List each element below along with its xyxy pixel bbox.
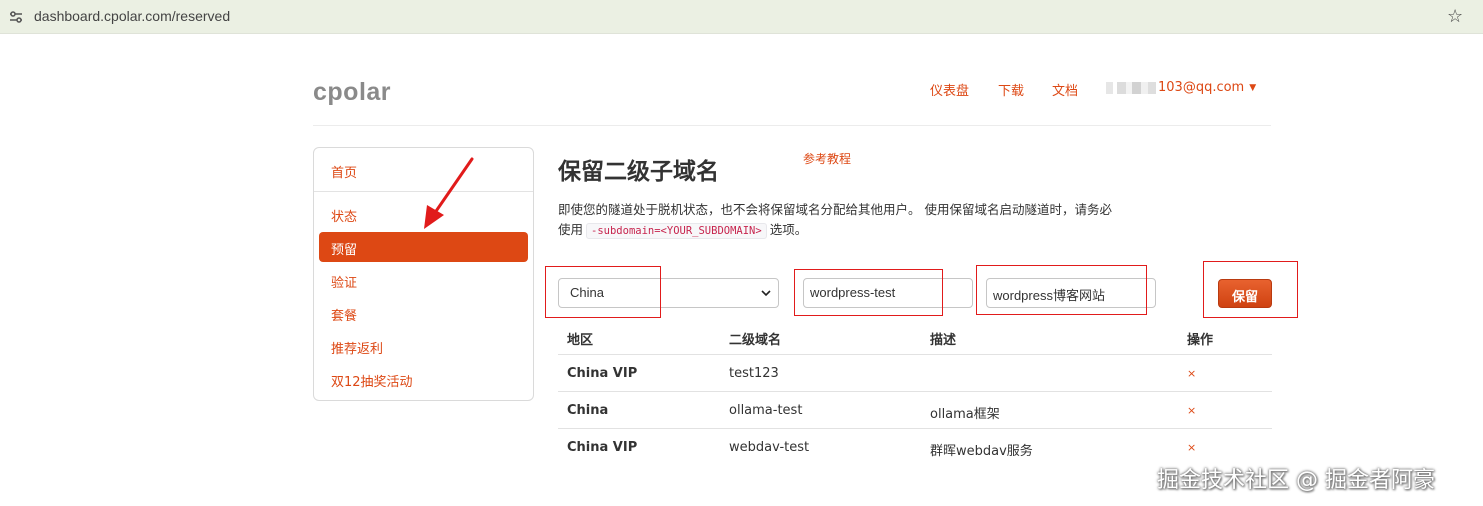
watermark: 掘金技术社区 @ 掘金者阿豪 [1157,468,1435,493]
delete-icon[interactable]: × [1187,367,1196,380]
sidebar-item-home[interactable]: 首页 [331,162,357,181]
page-title: 保留二级子域名 [558,159,719,185]
row-region: China VIP [567,366,638,381]
tutorial-link[interactable]: 参考教程 [803,150,851,167]
row-subdomain: ollama-test [729,403,803,418]
delete-icon[interactable]: × [1187,441,1196,454]
table-row-divider [558,391,1272,392]
cpolar-logo[interactable]: cpolar [313,78,391,107]
col-header-subdomain: 二级域名 [729,333,782,348]
header-divider [313,125,1271,126]
sidebar-item-referral[interactable]: 推荐返利 [331,338,383,357]
page-description: 即使您的隧道处于脱机状态，也不会将保留域名分配给其他用户。 使用保留域名启动隧道… [558,200,1118,241]
sidebar-item-plans[interactable]: 套餐 [331,305,357,324]
row-subdomain: webdav-test [729,440,810,455]
row-region: China [567,403,609,418]
chevron-down-icon [761,290,771,297]
col-header-region: 地区 [567,333,594,348]
annotation-box-subdomain [794,269,943,316]
nav-dashboard-link[interactable]: 仪表盘 [930,80,969,99]
row-description: 群晖webdav服务 [930,444,1033,459]
annotation-arrow-icon [424,157,474,229]
caret-down-icon: ▼ [1249,82,1257,93]
description-text-end: 选项。 [769,222,808,237]
delete-icon[interactable]: × [1187,404,1196,417]
row-subdomain: test123 [729,366,779,381]
annotation-box-description [976,265,1147,315]
user-email: 103@qq.com [1158,80,1245,95]
row-region: China VIP [567,440,638,455]
table-row-divider [558,428,1272,429]
user-menu[interactable]: 103@qq.com ▼ [1106,80,1256,95]
table-header-divider [558,354,1272,355]
blurred-email-prefix [1106,81,1156,94]
annotation-box-region [545,266,661,318]
subdomain-option-code: -subdomain=<YOUR_SUBDOMAIN> [586,223,767,239]
sidebar-item-lottery[interactable]: 双12抽奖活动 [331,371,413,390]
bookmark-star-icon[interactable]: ☆ [1447,6,1463,27]
sidebar-item-status[interactable]: 状态 [331,206,357,225]
address-url[interactable]: dashboard.cpolar.com/reserved [34,8,230,24]
col-header-action: 操作 [1187,333,1214,348]
site-settings-icon[interactable] [8,9,24,25]
browser-address-bar[interactable]: dashboard.cpolar.com/reserved ☆ [0,0,1483,34]
sidebar-item-verify[interactable]: 验证 [331,272,357,291]
sidebar-item-reserved[interactable]: 预留 [319,232,528,262]
annotation-box-save [1203,261,1298,318]
col-header-description: 描述 [930,333,957,348]
nav-docs-link[interactable]: 文档 [1052,80,1078,99]
nav-download-link[interactable]: 下载 [998,80,1024,99]
row-description: ollama框架 [930,407,1000,422]
